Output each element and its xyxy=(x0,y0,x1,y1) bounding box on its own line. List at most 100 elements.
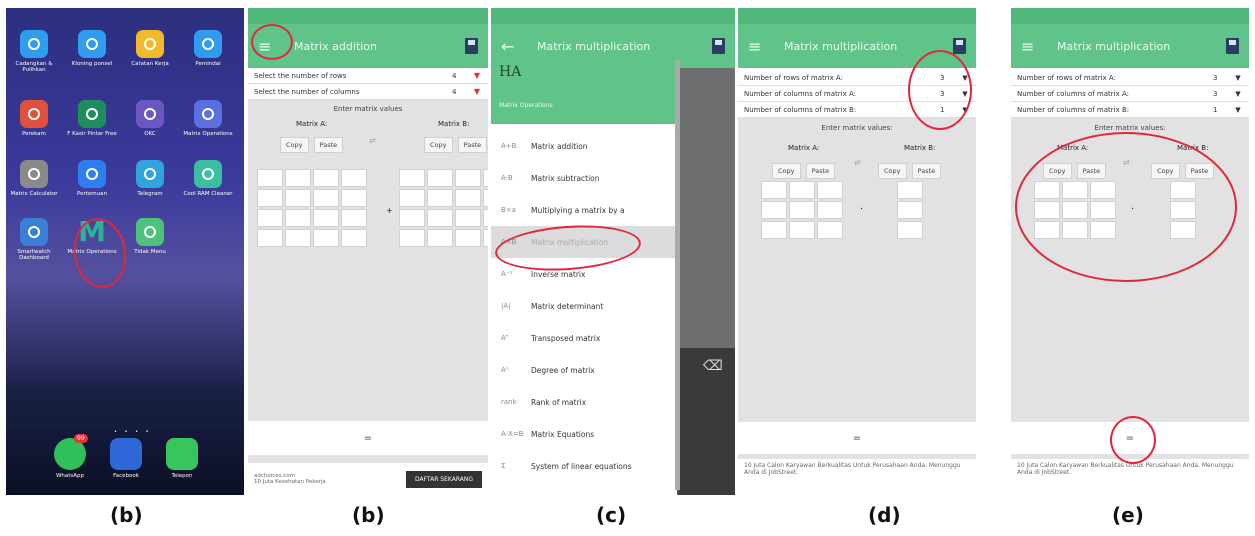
drawer-item[interactable]: A·X=B Matrix Equations xyxy=(491,418,677,450)
map-icon[interactable] xyxy=(194,160,222,188)
copy-b-button[interactable]: Copy xyxy=(878,163,907,179)
matrix-cell-input[interactable] xyxy=(313,209,339,227)
matrix-cell-input[interactable] xyxy=(313,169,339,187)
drawer-item[interactable]: rank Rank of matrix xyxy=(491,386,677,418)
matrix-cell-input[interactable] xyxy=(427,209,453,227)
matrix-cell-input[interactable] xyxy=(483,169,488,187)
columns-select[interactable]: Select the number of columns 4 ▼ xyxy=(248,84,488,100)
matrix-cell-input[interactable] xyxy=(399,189,425,207)
ad-banner[interactable]: adchoices.com 10 Juta Kesehatan Pekerja … xyxy=(248,463,488,495)
matrix-cell-input[interactable] xyxy=(257,209,283,227)
copy-a-button[interactable]: Copy xyxy=(280,137,309,153)
dropdown-arrow-icon[interactable]: ▼ xyxy=(472,71,482,80)
ad-cta-button[interactable]: DAFTAR SEKARANG xyxy=(405,470,482,488)
drawer-item[interactable]: B×a Multiplying a matrix by a xyxy=(491,194,677,226)
matrix-cell-input[interactable] xyxy=(313,229,339,247)
cols-a-select[interactable]: Number of columns of matrix A: 3 ▼ xyxy=(1011,86,1249,102)
matrix-cell-input[interactable] xyxy=(817,221,843,239)
copy-b-button[interactable]: Copy xyxy=(424,137,453,153)
matrix-cell-input[interactable] xyxy=(257,189,283,207)
swap-icon[interactable]: ⇄ xyxy=(854,158,861,167)
matrix-cell-input[interactable] xyxy=(257,169,283,187)
matrix-cell-input[interactable] xyxy=(285,189,311,207)
drawer-item[interactable]: A+B Matrix addition xyxy=(491,130,677,162)
dropdown-arrow-icon[interactable]: ▼ xyxy=(472,87,482,96)
save-icon[interactable] xyxy=(953,38,966,54)
ring-icon[interactable] xyxy=(136,100,164,128)
matrix-cell-input[interactable] xyxy=(427,189,453,207)
save-icon[interactable] xyxy=(1226,38,1239,54)
phone-icon[interactable] xyxy=(166,438,198,470)
matrix-cell-input[interactable] xyxy=(341,189,367,207)
save-icon[interactable] xyxy=(712,38,725,54)
matrix-cell-input[interactable] xyxy=(455,209,481,227)
video-icon[interactable] xyxy=(78,160,106,188)
matrix-cell-input[interactable] xyxy=(427,229,453,247)
sync-icon[interactable] xyxy=(78,30,106,58)
matrix-cell-input[interactable] xyxy=(483,209,488,227)
save-icon[interactable] xyxy=(465,38,478,54)
record-icon[interactable] xyxy=(20,100,48,128)
matrix-cell-input[interactable] xyxy=(483,189,488,207)
rows-select[interactable]: Select the number of rows 4 ▼ xyxy=(248,68,488,84)
dropdown-arrow-icon[interactable]: ▼ xyxy=(1233,74,1243,82)
scrollbar[interactable] xyxy=(675,60,680,490)
matrix-cell-input[interactable] xyxy=(455,189,481,207)
paste-b-button[interactable]: Paste xyxy=(911,163,942,179)
matrix-cell-input[interactable] xyxy=(341,229,367,247)
equals-button[interactable]: = xyxy=(738,422,976,454)
menu-icon[interactable]: ≡ xyxy=(1021,37,1043,56)
matrix-cell-input[interactable] xyxy=(817,201,843,219)
matrix-cell-input[interactable] xyxy=(341,169,367,187)
matrix-cell-input[interactable] xyxy=(761,221,787,239)
matrix-cell-input[interactable] xyxy=(427,169,453,187)
matrix-cell-input[interactable] xyxy=(897,221,923,239)
cols-b-select[interactable]: Number of columns of matrix B: 1 ▼ xyxy=(1011,102,1249,118)
back-arrow-icon[interactable]: ← xyxy=(501,37,523,56)
matrix-cell-input[interactable] xyxy=(897,201,923,219)
plane-icon[interactable] xyxy=(136,160,164,188)
dropdown-arrow-icon[interactable]: ▼ xyxy=(1233,90,1243,98)
doc-icon[interactable] xyxy=(136,218,164,246)
matrix-cell-input[interactable] xyxy=(789,221,815,239)
matrix-cell-input[interactable] xyxy=(285,229,311,247)
paste-b-button[interactable]: Paste xyxy=(457,137,488,153)
rows-a-select[interactable]: Number of rows of matrix A: 3 ▼ xyxy=(1011,70,1249,86)
matrix-cell-input[interactable] xyxy=(455,229,481,247)
matrix-icon[interactable] xyxy=(194,100,222,128)
matrix-cell-input[interactable] xyxy=(761,201,787,219)
copy-a-button[interactable]: Copy xyxy=(772,163,801,179)
matrix-cell-input[interactable] xyxy=(483,229,488,247)
matrix-cell-input[interactable] xyxy=(789,181,815,199)
backspace-icon[interactable]: ⌫ xyxy=(703,358,723,374)
shop-icon[interactable] xyxy=(78,100,106,128)
matrix-cell-input[interactable] xyxy=(897,181,923,199)
circle-icon[interactable] xyxy=(194,30,222,58)
gear-icon[interactable] xyxy=(20,218,48,246)
bulb-icon[interactable] xyxy=(136,30,164,58)
matrix-cell-input[interactable] xyxy=(817,181,843,199)
matrix-cell-input[interactable] xyxy=(399,229,425,247)
matrix-cell-input[interactable] xyxy=(399,169,425,187)
menu-icon[interactable]: ≡ xyxy=(748,37,770,56)
drawer-item[interactable]: Aⁿ Degree of matrix xyxy=(491,354,677,386)
matrix-cell-input[interactable] xyxy=(285,169,311,187)
dropdown-arrow-icon[interactable]: ▼ xyxy=(1233,106,1243,114)
drawer-item[interactable]: Σ System of linear equations xyxy=(491,450,677,482)
matrix-cell-input[interactable] xyxy=(285,209,311,227)
matrix-cell-input[interactable] xyxy=(455,169,481,187)
sync-icon[interactable] xyxy=(20,30,48,58)
calc-icon[interactable] xyxy=(20,160,48,188)
ad-banner[interactable]: 10 Juta Calon Karyawan Berkualitas Untuk… xyxy=(1011,459,1249,495)
matrix-cell-input[interactable] xyxy=(399,209,425,227)
drawer-item[interactable]: |A| Matrix determinant xyxy=(491,290,677,322)
paste-a-button[interactable]: Paste xyxy=(313,137,344,153)
swap-icon[interactable]: ⇄ xyxy=(369,136,376,145)
drawer-item[interactable]: A-B Matrix subtraction xyxy=(491,162,677,194)
drawer-item[interactable]: Aᵀ Transposed matrix xyxy=(491,322,677,354)
matrix-cell-input[interactable] xyxy=(257,229,283,247)
equals-button[interactable]: = xyxy=(248,421,488,455)
ad-banner[interactable]: 10 Juta Calon Karyawan Berkualitas Untuk… xyxy=(738,459,976,495)
facebook-icon[interactable] xyxy=(110,438,142,470)
paste-a-button[interactable]: Paste xyxy=(805,163,836,179)
